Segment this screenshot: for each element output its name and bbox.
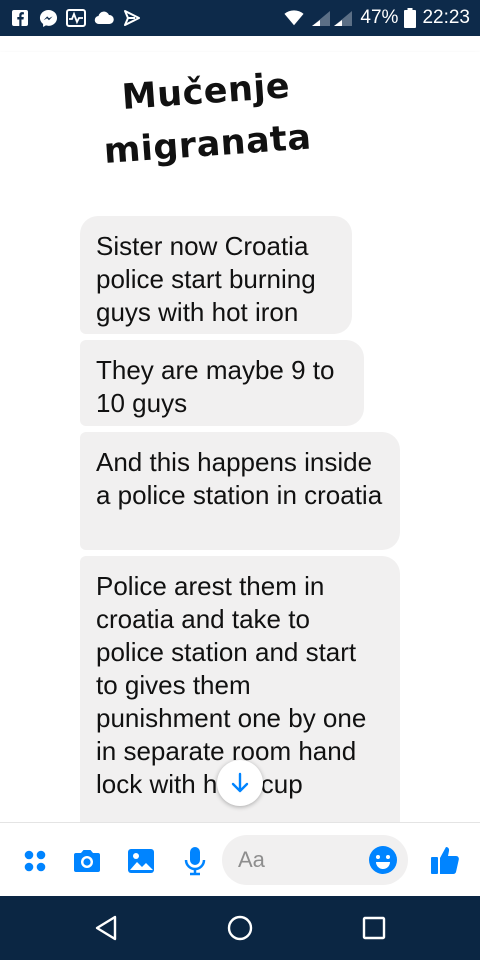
arrow-down-icon bbox=[231, 772, 249, 793]
navigation-bar bbox=[0, 896, 480, 960]
message-bubble[interactable]: And this happens inside a police station… bbox=[80, 432, 400, 550]
message-bubble[interactable]: Sister now Croatia police start burning … bbox=[80, 216, 352, 334]
message-composer: Aa bbox=[0, 822, 480, 896]
wifi-icon bbox=[284, 8, 304, 28]
clock: 22:23 bbox=[422, 7, 470, 28]
thumbs-up-icon[interactable] bbox=[428, 843, 462, 877]
message-input[interactable]: Aa bbox=[222, 835, 408, 885]
emoji-icon[interactable] bbox=[368, 845, 398, 880]
signal-icon bbox=[310, 8, 354, 28]
scroll-to-bottom-button[interactable] bbox=[217, 760, 263, 806]
banner-title-line-2: migranata bbox=[102, 117, 313, 172]
message-input-placeholder: Aa bbox=[238, 847, 265, 872]
home-icon[interactable] bbox=[224, 912, 256, 944]
activity-icon bbox=[66, 8, 86, 28]
cloud-icon bbox=[94, 8, 114, 28]
apps-icon[interactable] bbox=[20, 846, 50, 876]
banner-title-line-1: Mučenje bbox=[120, 66, 292, 118]
send-icon bbox=[122, 8, 142, 28]
recent-apps-icon[interactable] bbox=[358, 912, 390, 944]
facebook-icon bbox=[10, 8, 30, 28]
messenger-icon bbox=[38, 8, 58, 28]
battery-percent: 47% bbox=[360, 7, 399, 28]
camera-icon[interactable] bbox=[72, 846, 102, 876]
gallery-icon[interactable] bbox=[126, 846, 156, 876]
status-bar: 47% 22:23 bbox=[0, 0, 480, 36]
message-list[interactable]: Sister now Croatia police start burning … bbox=[0, 214, 480, 822]
title-banner: Mučenje migranata bbox=[0, 52, 480, 214]
microphone-icon[interactable] bbox=[180, 846, 210, 876]
back-icon[interactable] bbox=[90, 912, 122, 944]
battery-icon bbox=[404, 8, 417, 28]
message-bubble[interactable]: They are maybe 9 to 10 guys bbox=[80, 340, 364, 426]
